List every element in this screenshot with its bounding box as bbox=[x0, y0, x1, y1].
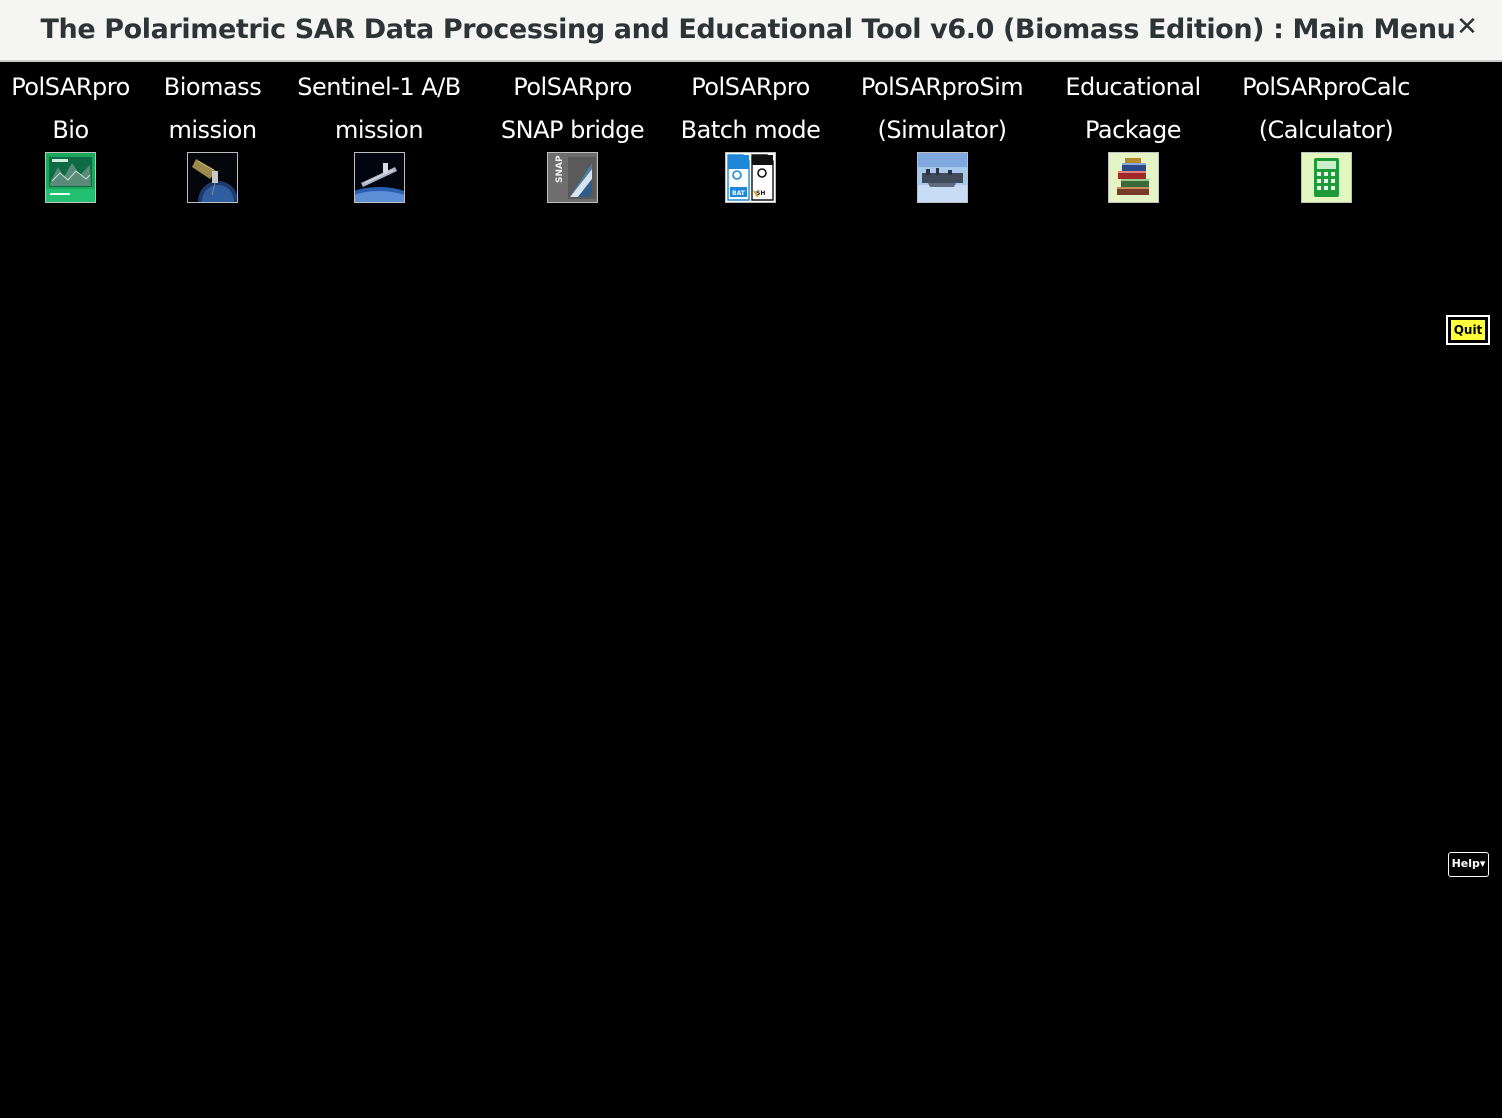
quit-button-label: Quit bbox=[1450, 319, 1486, 341]
menu-label-line2: SNAP bridge bbox=[500, 116, 645, 144]
menu-label-line2: mission bbox=[168, 116, 257, 144]
menu-biomass-mission[interactable]: Biomass mission bbox=[151, 66, 274, 203]
close-icon[interactable]: ✕ bbox=[1452, 12, 1482, 42]
menu-educational-package[interactable]: Educational Package bbox=[1052, 66, 1214, 203]
menu-label-line1: PolSARpro bbox=[513, 73, 632, 101]
menu-label-line1: Sentinel-1 A/B bbox=[297, 73, 461, 101]
menu-label-line1: PolSARproSim bbox=[860, 73, 1024, 101]
menu-label-line1: PolSARpro bbox=[11, 73, 130, 101]
batch-files-icon[interactable]: BAT SH bbox=[725, 152, 776, 203]
menu-sentinel-mission[interactable]: Sentinel-1 A/B mission bbox=[283, 66, 475, 203]
menu-label-line2: mission bbox=[334, 116, 424, 144]
menu-label-line2: (Simulator) bbox=[877, 116, 1007, 144]
window-titlebar: The Polarimetric SAR Data Processing and… bbox=[0, 0, 1502, 62]
menu-polsarprocalc[interactable]: PolSARproCalc (Calculator) bbox=[1228, 66, 1424, 203]
menu-label-line1: Educational bbox=[1065, 73, 1201, 101]
menu-label-line2: Package bbox=[1085, 116, 1181, 144]
calculator-icon[interactable] bbox=[1300, 152, 1352, 203]
svg-text:BAT: BAT bbox=[732, 190, 746, 197]
books-icon[interactable] bbox=[1107, 152, 1159, 203]
window-title: The Polarimetric SAR Data Processing and… bbox=[40, 14, 1456, 45]
help-button[interactable]: Help▾ bbox=[1448, 852, 1489, 877]
menu-label-line1: PolSARpro bbox=[691, 73, 810, 101]
svg-text:SNAP: SNAP bbox=[555, 155, 565, 183]
menu-polsarprosim[interactable]: PolSARproSim (Simulator) bbox=[846, 66, 1038, 203]
biomass-satellite-icon[interactable] bbox=[187, 152, 238, 203]
menu-polsarpro-bio[interactable]: PolSARpro Bio bbox=[0, 66, 141, 203]
menu-label-line2: Bio bbox=[52, 116, 89, 144]
quit-button[interactable]: Quit bbox=[1446, 315, 1490, 345]
menu-label-line1: Biomass bbox=[163, 73, 262, 101]
menu-label-line2: Batch mode bbox=[680, 116, 821, 144]
menu-snap-bridge[interactable]: PolSARpro SNAP bridge SNAP bbox=[486, 66, 659, 203]
snap-logo-icon[interactable]: SNAP bbox=[547, 152, 598, 203]
menu-label-line2: (Calculator) bbox=[1258, 116, 1394, 144]
menu-label-line1: PolSARproCalc bbox=[1242, 73, 1410, 101]
menu-batch-mode[interactable]: PolSARpro Batch mode BAT SH bbox=[668, 66, 833, 203]
simulator-icon[interactable] bbox=[916, 152, 968, 203]
sentinel-satellite-icon[interactable] bbox=[353, 152, 405, 203]
polsarpro-bio-icon[interactable] bbox=[45, 152, 96, 203]
